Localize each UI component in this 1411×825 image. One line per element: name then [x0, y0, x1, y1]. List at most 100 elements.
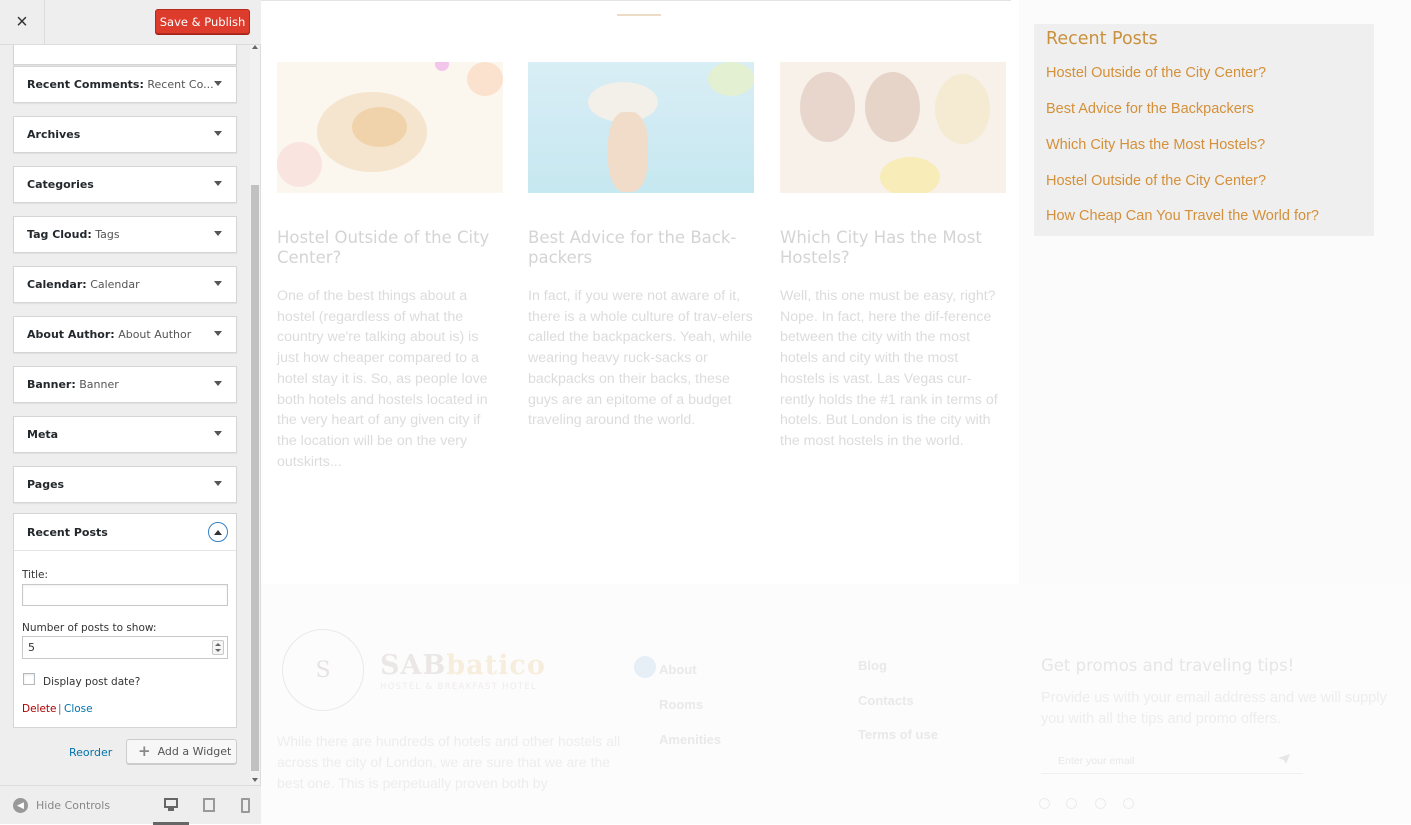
- widget-meta[interactable]: Meta: [13, 416, 237, 453]
- post-title[interactable]: Which City Has the Most Hostels?: [780, 228, 1006, 267]
- widget-name: Tag Cloud: [27, 228, 88, 241]
- mobile-preview-icon[interactable]: [238, 796, 254, 814]
- title-input[interactable]: [22, 584, 228, 606]
- site-preview: Hostel Outside of the City Center? One o…: [261, 0, 1411, 824]
- widget-name: Pages: [27, 478, 65, 491]
- widget-categories[interactable]: Categories: [13, 166, 237, 203]
- widget-title: Banner: [79, 378, 119, 391]
- widget-tag-cloud[interactable]: Tag Cloud: Tags: [13, 216, 237, 253]
- post-thumbnail[interactable]: [780, 62, 1006, 193]
- desktop-preview-icon[interactable]: [153, 796, 189, 825]
- logo-tagline: HOSTEL & BREAKFAST HOTEL: [380, 682, 538, 692]
- youtube-icon[interactable]: [1123, 798, 1134, 809]
- widget-archives[interactable]: Archives: [13, 116, 237, 153]
- widget-name: Calendar: [27, 278, 83, 291]
- save-publish-button[interactable]: Save & Publish: [155, 9, 250, 34]
- widget-recent-posts-header[interactable]: Recent Posts: [14, 514, 236, 551]
- collapse-left-icon: ◀: [13, 798, 28, 813]
- close-customizer-button[interactable]: ×: [0, 0, 45, 45]
- expand-arrow-icon[interactable]: [214, 81, 222, 86]
- link-separator: |: [58, 703, 62, 715]
- hide-controls-label: Hide Controls: [36, 799, 111, 812]
- num-posts-value: 5: [28, 641, 35, 654]
- display-date-checkbox[interactable]: [23, 673, 35, 685]
- sidebar-scrollbar[interactable]: [250, 45, 260, 785]
- add-widget-button[interactable]: + Add a Widget: [126, 739, 237, 764]
- scroll-down-icon[interactable]: [252, 778, 258, 782]
- widget-recent-comments[interactable]: Recent Comments: Recent Co...: [13, 66, 237, 103]
- reorder-link[interactable]: Reorder: [69, 746, 112, 759]
- recent-post-link[interactable]: Hostel Outside of the City Center?: [1046, 173, 1266, 189]
- section-divider: [617, 14, 661, 16]
- post-thumbnail[interactable]: [528, 62, 754, 193]
- footer-about-text: While there are hundreds of hotels and o…: [277, 733, 621, 791]
- expand-arrow-icon[interactable]: [214, 231, 222, 236]
- widget-name: Banner: [27, 378, 72, 391]
- widget-partial-top[interactable]: [13, 45, 237, 65]
- widget-calendar[interactable]: Calendar: Calendar: [13, 266, 237, 303]
- display-date-label: Display post date?: [43, 676, 141, 688]
- recent-post-link[interactable]: Hostel Outside of the City Center?: [1046, 65, 1266, 81]
- footer-nav-rooms[interactable]: Rooms: [659, 697, 703, 712]
- promo-text: Provide us with your email address and w…: [1041, 690, 1387, 727]
- post-excerpt: Well, this one must be easy, right? Nope…: [780, 288, 998, 449]
- footer-nav-about[interactable]: About: [659, 662, 697, 677]
- widget-name: Archives: [27, 128, 81, 141]
- tablet-preview-icon[interactable]: [201, 796, 217, 814]
- expand-arrow-icon[interactable]: [214, 331, 222, 336]
- num-posts-input[interactable]: 5: [22, 636, 228, 659]
- site-footer: S SABbatico HOSTEL & BREAKFAST HOTEL Whi…: [261, 584, 1411, 824]
- widget-banner[interactable]: Banner: Banner: [13, 366, 237, 403]
- customizer-header: × Save & Publish: [0, 0, 261, 45]
- pinterest-icon[interactable]: [1095, 798, 1106, 809]
- edit-shortcut-icon[interactable]: [634, 656, 656, 678]
- expand-arrow-icon[interactable]: [214, 281, 222, 286]
- add-widget-label: Add a Widget: [157, 745, 232, 758]
- collapse-arrow-icon[interactable]: [208, 522, 228, 542]
- widget-name: About Author: [27, 328, 111, 341]
- post-card: Best Advice for the Back-packers In fact…: [528, 62, 754, 431]
- recent-post-link[interactable]: Which City Has the Most Hostels?: [1046, 137, 1265, 153]
- send-icon[interactable]: [1278, 754, 1290, 764]
- recent-post-link[interactable]: How Cheap Can You Travel the World for?: [1046, 208, 1319, 224]
- widget-title: Recent Posts: [1046, 29, 1158, 49]
- scroll-up-icon[interactable]: [252, 45, 258, 49]
- footer-nav-blog[interactable]: Blog: [858, 658, 887, 673]
- widget-recent-posts-expanded: Recent Posts Title: Number of posts to s…: [13, 513, 237, 728]
- expand-arrow-icon[interactable]: [214, 381, 222, 386]
- footer-nav-contacts[interactable]: Contacts: [858, 693, 914, 708]
- plus-icon: +: [138, 742, 151, 760]
- num-stepper[interactable]: [212, 640, 224, 655]
- expand-arrow-icon[interactable]: [214, 431, 222, 436]
- widget-name: Recent Posts: [27, 526, 108, 539]
- post-thumbnail[interactable]: [277, 62, 503, 193]
- widget-name: Categories: [27, 178, 94, 191]
- widget-about-author[interactable]: About Author: About Author: [13, 316, 237, 353]
- footer-nav-terms[interactable]: Terms of use: [858, 727, 938, 742]
- post-title[interactable]: Best Advice for the Back-packers: [528, 228, 754, 267]
- scroll-thumb[interactable]: [251, 185, 259, 771]
- email-input[interactable]: Enter your email: [1041, 748, 1303, 774]
- footer-nav-amenities[interactable]: Amenities: [659, 732, 721, 747]
- customizer-panel: × Save & Publish Recent Comments: Recent…: [0, 0, 261, 825]
- facebook-icon[interactable]: [1039, 798, 1050, 809]
- preview-top-border: [261, 0, 1011, 1]
- twitter-icon[interactable]: [1066, 798, 1077, 809]
- recent-post-link[interactable]: Best Advice for the Backpackers: [1046, 101, 1254, 117]
- post-card: Which City Has the Most Hostels? Well, t…: [780, 62, 1006, 452]
- expand-arrow-icon[interactable]: [214, 181, 222, 186]
- delete-widget-link[interactable]: Delete: [22, 703, 57, 715]
- post-title[interactable]: Hostel Outside of the City Center?: [277, 228, 503, 267]
- num-posts-label: Number of posts to show:: [22, 622, 157, 634]
- logo-text: SABbatico: [380, 650, 546, 681]
- expand-arrow-icon[interactable]: [214, 481, 222, 486]
- widget-title: Calendar: [90, 278, 140, 291]
- post-card: Hostel Outside of the City Center? One o…: [277, 62, 503, 472]
- expand-arrow-icon[interactable]: [214, 131, 222, 136]
- logo-emblem: S: [282, 629, 364, 711]
- hide-controls-button[interactable]: ◀ Hide Controls: [13, 798, 110, 813]
- widget-list: Recent Comments: Recent Co... Archives C…: [0, 45, 250, 785]
- close-widget-link[interactable]: Close: [64, 703, 93, 715]
- widget-pages[interactable]: Pages: [13, 466, 237, 503]
- recent-posts-widget: Recent Posts Hostel Outside of the City …: [1034, 24, 1374, 236]
